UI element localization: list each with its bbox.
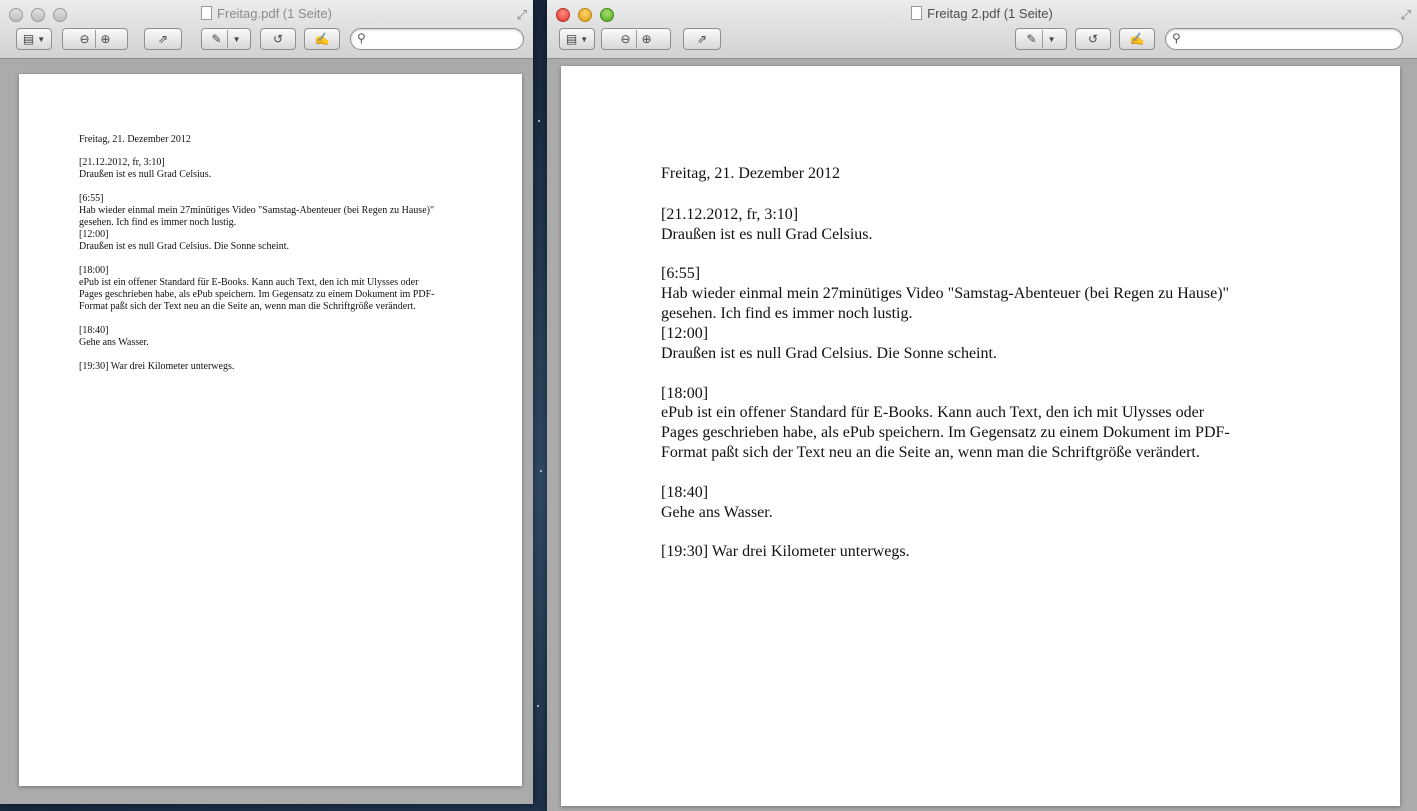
share-button[interactable]: ⇗: [144, 28, 182, 50]
entry-line: Format paßt sich der Text neu an die Sei…: [79, 301, 416, 312]
entry-line: Format paßt sich der Text neu an die Sei…: [661, 444, 1200, 461]
annotate-button[interactable]: ✍: [304, 28, 340, 50]
sidebar-toggle-icon: ▤: [22, 32, 35, 46]
highlighter-icon: ✎: [211, 32, 222, 46]
entry-line: Pages geschrieben habe, als ePub speiche…: [661, 424, 1230, 441]
entry-line: [21.12.2012, fr, 3:10]: [661, 206, 799, 223]
rotate-icon: ↺: [272, 32, 284, 46]
chevron-down-icon: ▼: [580, 34, 589, 44]
window-title-wrap: Freitag.pdf (1 Seite): [0, 6, 533, 21]
entry-line: ePub ist ein offener Standard für E-Book…: [79, 277, 419, 288]
chevron-down-icon: ▼: [232, 34, 241, 44]
entry-line: [12:00]: [79, 229, 109, 240]
sidebar-toggle-button[interactable]: ▤ ▼: [16, 28, 52, 50]
rotate-icon: ↺: [1087, 32, 1099, 46]
entry-line: [19:30] War drei Kilometer unterwegs.: [661, 543, 910, 560]
rotate-button[interactable]: ↺: [260, 28, 296, 50]
entry-line: [19:30] War drei Kilometer unterwegs.: [79, 361, 235, 372]
rotate-button[interactable]: ↺: [1075, 28, 1111, 50]
search-field[interactable]: ⚲: [1165, 28, 1403, 50]
chevron-down-icon: ▼: [37, 34, 46, 44]
desktop-star: [537, 705, 539, 707]
document-heading: Freitag, 21. Dezember 2012: [661, 165, 841, 182]
toolbar: ▤ ▼ ⊖ ⊕ ⇗ ✎ ▼ ↺ ✍ ⚲: [12, 28, 525, 50]
share-icon: ⇗: [157, 32, 169, 46]
preview-window-inactive[interactable]: Freitag.pdf (1 Seite) ⤢ ▤ ▼ ⊖ ⊕ ⇗ ✎ ▼ ↺ ✍: [0, 0, 533, 804]
entry-line: Hab wieder einmal mein 27minütiges Video…: [661, 285, 1230, 302]
fullscreen-icon[interactable]: ⤢: [1401, 7, 1411, 23]
zoom-button-group: ⊖ ⊕: [601, 28, 671, 50]
zoom-button-group: ⊖ ⊕: [62, 28, 128, 50]
zoom-out-icon[interactable]: ⊖: [79, 32, 89, 46]
entry-line: [18:00]: [661, 385, 709, 402]
entry-line: gesehen. Ich find es immer noch lustig.: [79, 217, 237, 228]
entry-line: Draußen ist es null Grad Celsius.: [661, 226, 873, 243]
entry-line: gesehen. Ich find es immer noch lustig.: [661, 305, 913, 322]
entry-line: [6:55]: [661, 265, 701, 282]
markup-button[interactable]: ✎ ▼: [201, 28, 251, 50]
desktop-star: [538, 120, 540, 122]
entry-line: ePub ist ein offener Standard für E-Book…: [661, 404, 1205, 421]
entry-line: [6:55]: [79, 193, 104, 204]
annotate-icon: ✍: [1129, 32, 1145, 46]
sidebar-toggle-icon: ▤: [565, 32, 578, 46]
entry-line: [18:40]: [79, 325, 109, 336]
highlighter-icon: ✎: [1026, 32, 1037, 46]
entry-line: [21.12.2012, fr, 3:10]: [79, 157, 165, 168]
preview-window-active[interactable]: Freitag 2.pdf (1 Seite) ⤢ ▤ ▼ ⊖ ⊕ ⇗ ✎ ▼ ↺ ✍: [547, 0, 1417, 811]
search-field[interactable]: ⚲: [350, 28, 524, 50]
zoom-in-icon[interactable]: ⊕: [101, 32, 111, 46]
entry-line: Draußen ist es null Grad Celsius. Die So…: [661, 345, 997, 362]
share-icon: ⇗: [696, 32, 708, 46]
entry-line: Gehe ans Wasser.: [661, 504, 773, 521]
entry-line: [18:40]: [661, 484, 709, 501]
entry-line: [18:00]: [79, 265, 109, 276]
entry-line: Pages geschrieben habe, als ePub speiche…: [79, 289, 435, 300]
zoom-in-icon[interactable]: ⊕: [642, 32, 652, 46]
window-title: Freitag 2.pdf (1 Seite): [927, 6, 1053, 21]
window-title: Freitag.pdf (1 Seite): [217, 6, 332, 21]
search-icon: ⚲: [1172, 31, 1181, 45]
desktop-star: [540, 470, 542, 472]
fullscreen-icon[interactable]: ⤢: [517, 7, 527, 23]
annotate-button[interactable]: ✍: [1119, 28, 1155, 50]
window-title-wrap: Freitag 2.pdf (1 Seite): [547, 6, 1417, 21]
entry-line: Gehe ans Wasser.: [79, 337, 149, 348]
toolbar: ▤ ▼ ⊖ ⊕ ⇗ ✎ ▼ ↺ ✍ ⚲: [559, 28, 1409, 50]
window-titlebar[interactable]: Freitag 2.pdf (1 Seite) ⤢ ▤ ▼ ⊖ ⊕ ⇗ ✎ ▼ ↺ ✍: [547, 0, 1417, 59]
zoom-out-icon[interactable]: ⊖: [620, 32, 630, 46]
entry-line: [12:00]: [661, 325, 709, 342]
pdf-document-icon: [911, 6, 923, 20]
pdf-page[interactable]: Freitag, 21. Dezember 2012 [21.12.2012, …: [561, 66, 1400, 806]
markup-button[interactable]: ✎ ▼: [1015, 28, 1067, 50]
sidebar-toggle-button[interactable]: ▤ ▼: [559, 28, 595, 50]
pdf-page[interactable]: Freitag, 21. Dezember 2012 [21.12.2012, …: [19, 74, 522, 786]
entry-line: Draußen ist es null Grad Celsius.: [79, 169, 212, 180]
entry-line: Hab wieder einmal mein 27minütiges Video…: [79, 205, 435, 216]
search-icon: ⚲: [357, 31, 366, 45]
annotate-icon: ✍: [314, 32, 330, 46]
document-heading: Freitag, 21. Dezember 2012: [79, 134, 191, 145]
share-button[interactable]: ⇗: [683, 28, 721, 50]
window-titlebar[interactable]: Freitag.pdf (1 Seite) ⤢ ▤ ▼ ⊖ ⊕ ⇗ ✎ ▼ ↺ ✍: [0, 0, 533, 59]
pdf-document-icon: [201, 6, 213, 20]
chevron-down-icon: ▼: [1047, 34, 1056, 44]
entry-line: Draußen ist es null Grad Celsius. Die So…: [79, 241, 289, 252]
